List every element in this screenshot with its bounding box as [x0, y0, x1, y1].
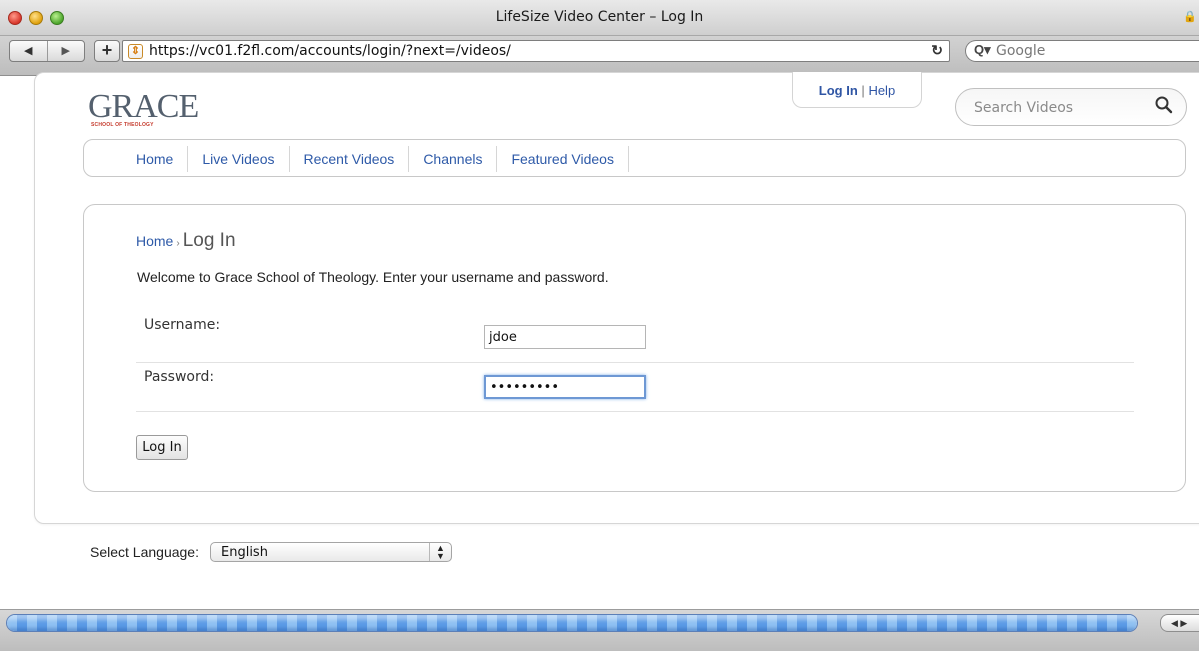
- browser-search-placeholder: Google: [996, 43, 1046, 59]
- help-link[interactable]: Help: [868, 83, 895, 98]
- account-links-separator: |: [861, 83, 865, 98]
- video-search-input[interactable]: Search Videos: [955, 88, 1187, 126]
- browser-search-field[interactable]: Q▾ Google: [965, 40, 1199, 62]
- video-search-placeholder: Search Videos: [974, 100, 1074, 116]
- password-field[interactable]: •••••••••: [484, 375, 646, 399]
- nav-featured-videos[interactable]: Featured Videos: [497, 146, 629, 172]
- lock-icon: 🔒: [1183, 11, 1197, 23]
- language-select[interactable]: English ▲ ▼: [210, 542, 452, 562]
- breadcrumb-separator: ›: [176, 238, 180, 249]
- site-logo[interactable]: GRACE SCHOOL OF THEOLOGY: [88, 88, 199, 134]
- search-icon[interactable]: [1154, 95, 1174, 115]
- account-links: Log In | Help: [792, 72, 922, 108]
- browser-toolbar: ◀ ▶ + ⇕ https://vc01.f2fl.com/accounts/l…: [0, 36, 1199, 76]
- window-title: LifeSize Video Center – Log In: [495, 9, 704, 25]
- nav-home[interactable]: Home: [122, 146, 189, 172]
- welcome-message: Welcome to Grace School of Theology. Ent…: [137, 269, 609, 285]
- language-label: Select Language:: [90, 544, 199, 560]
- nav-recent-videos[interactable]: Recent Videos: [290, 146, 410, 172]
- password-label: Password:: [144, 369, 215, 385]
- logo-wordmark: GRACE: [88, 88, 199, 125]
- main-navigation: Home Live Videos Recent Videos Channels …: [83, 139, 1186, 177]
- username-field[interactable]: jdoe: [484, 325, 646, 349]
- back-forward-buttons: ◀ ▶: [9, 40, 85, 62]
- breadcrumb: Home › Log In: [136, 230, 236, 252]
- nav-channels[interactable]: Channels: [409, 146, 498, 172]
- window-titlebar: LifeSize Video Center – Log In 🔒: [0, 0, 1199, 36]
- login-link[interactable]: Log In: [819, 83, 858, 98]
- forward-button[interactable]: ▶: [48, 41, 85, 61]
- form-divider: [136, 362, 1134, 363]
- magnifier-dropdown-icon[interactable]: Q▾: [974, 42, 991, 58]
- login-submit-button[interactable]: Log In: [136, 435, 188, 460]
- address-text[interactable]: https://vc01.f2fl.com/accounts/login/?ne…: [149, 43, 511, 59]
- select-arrows-icon: ▲ ▼: [429, 543, 451, 561]
- back-button[interactable]: ◀: [10, 41, 48, 61]
- username-label: Username:: [144, 317, 221, 333]
- reload-icon[interactable]: ↻: [931, 42, 943, 59]
- progress-fill: [7, 615, 1137, 631]
- breadcrumb-home-link[interactable]: Home: [136, 233, 173, 249]
- language-selected-value: English: [221, 545, 268, 560]
- add-bookmark-button[interactable]: +: [94, 40, 120, 62]
- form-divider: [136, 411, 1134, 412]
- page-title: Log In: [182, 230, 236, 251]
- address-bar[interactable]: ⇕ https://vc01.f2fl.com/accounts/login/?…: [122, 40, 950, 62]
- scroll-arrows-icon[interactable]: ◀ ▶: [1160, 614, 1199, 632]
- page-load-progress: [6, 614, 1138, 632]
- site-security-icon: ⇕: [128, 44, 143, 59]
- nav-live-videos[interactable]: Live Videos: [188, 146, 290, 172]
